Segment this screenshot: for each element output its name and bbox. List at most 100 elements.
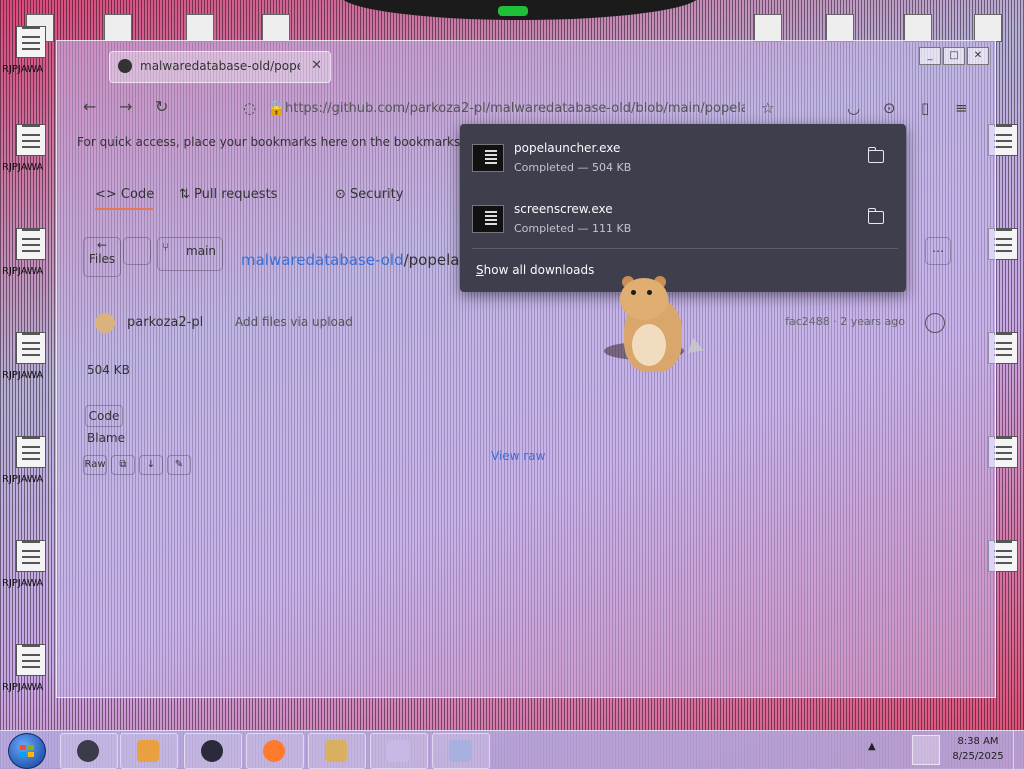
desktop-icon[interactable]: RJPJAWA <box>0 638 54 702</box>
download-status: Completed — 504 KB <box>514 161 632 174</box>
history-icon[interactable] <box>925 313 945 333</box>
media-player-icon <box>137 740 159 762</box>
taskbar-app[interactable] <box>184 733 242 769</box>
tray-expand-icon[interactable]: ▲ <box>868 741 876 752</box>
desktop-icon[interactable] <box>256 10 296 44</box>
close-window-button[interactable]: ✕ <box>967 47 989 65</box>
download-item[interactable]: popelauncher.exe Completed — 504 KB <box>472 136 896 184</box>
taskbar: ▲ 8:38 AM 8/25/2025 <box>0 730 1024 769</box>
tab-title: malwaredatabase-old/popelau <box>140 59 300 73</box>
taskbar-app[interactable] <box>120 733 178 769</box>
app-icon <box>387 740 409 762</box>
tab-code-label: Code <box>120 187 155 202</box>
show-all-label: how all downloads <box>483 263 595 277</box>
taskbar-app[interactable] <box>246 733 304 769</box>
bookmark-star-icon[interactable]: ☆ <box>761 99 774 117</box>
commit-row: parkoza2-pl Add files via upload fac2488… <box>95 313 945 337</box>
taskbar-app[interactable] <box>308 733 366 769</box>
show-all-downloads-button[interactable]: Show all downloads <box>476 263 594 277</box>
folder-icon[interactable] <box>868 208 884 224</box>
tab-pull-requests[interactable]: ⇅ Pull requests <box>179 187 277 202</box>
branch-label: main <box>186 244 216 258</box>
folder-icon[interactable] <box>868 147 884 163</box>
desktop-icon[interactable]: RJPJAWA <box>0 326 54 390</box>
app-icon <box>201 740 223 762</box>
nav-bar: ← → ↻ ◌ 🔒 https://github.com/parkoza2-pl… <box>67 93 985 125</box>
desktop-icon[interactable] <box>98 10 138 44</box>
browser-tab[interactable]: malwaredatabase-old/popelau ✕ <box>109 51 331 83</box>
bookmarks-hint: For quick access, place your bookmarks h… <box>77 135 510 149</box>
tab-security[interactable]: ⊙ Security <box>335 187 403 202</box>
branch-selector[interactable]: ⑂ main <box>157 237 223 271</box>
code-view-tab[interactable]: Code <box>85 405 123 427</box>
github-icon <box>118 59 132 73</box>
files-button[interactable]: ← Files <box>83 237 121 277</box>
extensions-icon[interactable]: ▯ <box>921 99 929 117</box>
desktop-icon[interactable] <box>820 10 860 44</box>
clock-date: 8/25/2025 <box>952 751 1004 762</box>
shield-icon[interactable]: ◌ <box>243 99 256 117</box>
desktop-icon[interactable]: RJPJAWA <box>0 118 54 182</box>
desktop-icon[interactable] <box>968 10 1008 44</box>
file-size: 504 KB <box>87 363 130 377</box>
shield-icon: ⊙ <box>335 187 346 202</box>
tab-code[interactable]: <> Code <box>95 187 155 210</box>
more-options-button[interactable]: ⋯ <box>925 237 951 265</box>
clock-time: 8:38 AM <box>957 736 999 747</box>
desktop-icon-label: RJPJAWA <box>2 370 44 381</box>
side-panel-button[interactable] <box>123 237 151 265</box>
desktop-icon[interactable] <box>898 10 938 44</box>
show-desktop-button[interactable] <box>1013 731 1024 769</box>
exe-file-icon <box>472 144 504 172</box>
desktop-icon[interactable]: RJPJAWA <box>0 222 54 286</box>
download-icon[interactable]: ↓ <box>139 455 163 475</box>
desktop-icon-label: RJPJAWA <box>2 64 44 75</box>
start-button[interactable] <box>8 733 46 769</box>
desktop-icon[interactable]: RJPJAWA <box>0 534 54 598</box>
branch-icon: ⑂ <box>162 240 170 254</box>
file-icon <box>16 332 46 364</box>
commit-user[interactable]: parkoza2-pl <box>127 315 203 330</box>
raw-button[interactable]: Raw <box>83 455 107 475</box>
desktop-icon[interactable] <box>748 10 788 44</box>
desktop-icon[interactable] <box>180 10 220 44</box>
desktop-icon[interactable]: RJPJAWA <box>0 430 54 494</box>
menu-icon[interactable]: ≡ <box>955 99 968 117</box>
close-tab-icon[interactable]: ✕ <box>311 58 322 73</box>
downloads-icon[interactable]: ⊙ <box>883 99 896 117</box>
commit-meta[interactable]: fac2488 · 2 years ago <box>785 315 905 328</box>
app-icon <box>77 740 99 762</box>
downloads-panel: popelauncher.exe Completed — 504 KB scre… <box>460 124 906 292</box>
breadcrumb: malwaredatabase-old/popelaun <box>241 251 479 269</box>
desktop-icon[interactable]: RJPJAWA <box>0 20 54 84</box>
exe-file-icon <box>472 205 504 233</box>
forward-icon[interactable]: → <box>119 97 132 116</box>
breadcrumb-repo-link[interactable]: malwaredatabase-old <box>241 251 404 269</box>
download-item[interactable]: screenscrew.exe Completed — 111 KB <box>472 197 896 245</box>
back-icon[interactable]: ← <box>83 97 96 116</box>
file-icon <box>262 14 290 42</box>
file-icon <box>904 14 932 42</box>
commit-message[interactable]: Add files via upload <box>235 315 353 329</box>
url-bar[interactable]: https://github.com/parkoza2-pl/malwareda… <box>285 95 745 123</box>
edit-icon[interactable]: ✎ <box>167 455 191 475</box>
desktop-icon-label: RJPJAWA <box>2 266 44 277</box>
tray-app-icon[interactable] <box>912 735 940 765</box>
copy-icon[interactable]: ⧉ <box>111 455 135 475</box>
lock-icon: 🔒 <box>267 99 286 117</box>
file-icon <box>826 14 854 42</box>
blame-view-tab[interactable]: Blame <box>87 431 125 445</box>
maximize-button[interactable]: □ <box>943 47 965 65</box>
reload-icon[interactable]: ↻ <box>155 97 168 116</box>
indicator-light <box>498 6 528 16</box>
taskbar-app[interactable] <box>370 733 428 769</box>
pocket-icon[interactable]: ◡ <box>847 99 860 117</box>
firefox-icon <box>263 740 285 762</box>
file-icon <box>16 644 46 676</box>
taskbar-app[interactable] <box>432 733 490 769</box>
avatar[interactable] <box>95 313 115 333</box>
minimize-button[interactable]: _ <box>919 47 941 65</box>
view-raw-link[interactable]: View raw <box>491 449 545 463</box>
clock[interactable]: 8:38 AM 8/25/2025 <box>948 734 1008 764</box>
taskbar-app[interactable] <box>60 733 118 769</box>
